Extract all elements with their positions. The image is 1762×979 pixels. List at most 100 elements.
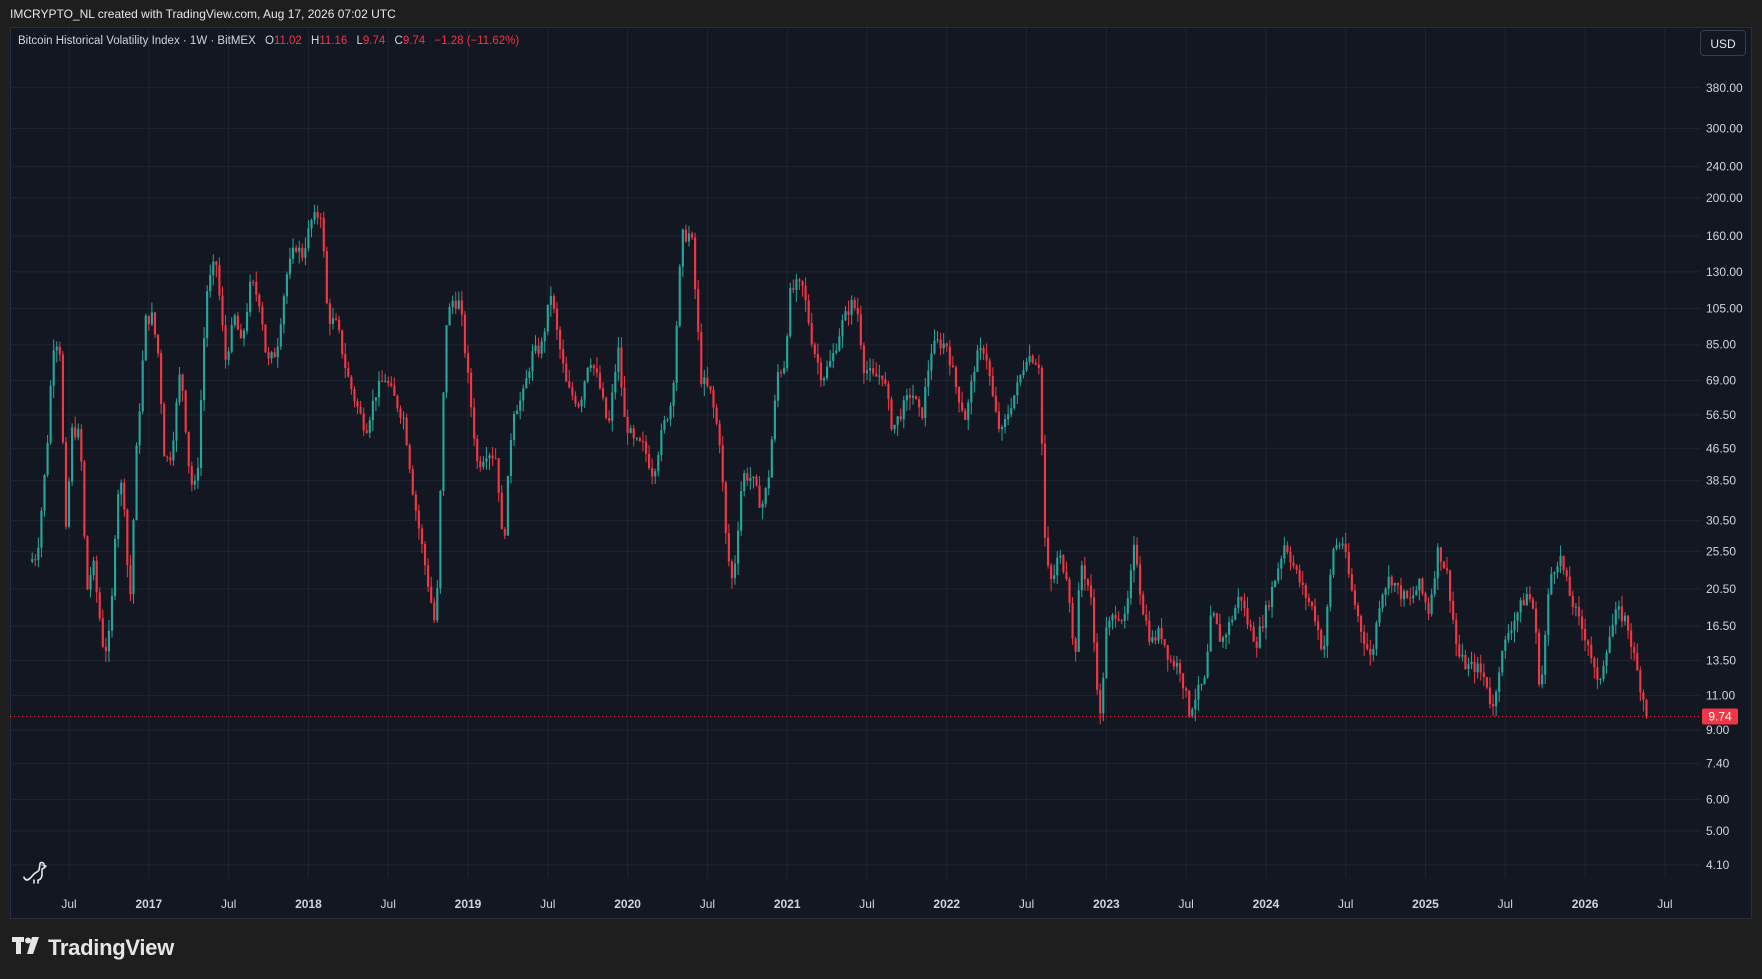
- candle-body: [163, 403, 166, 457]
- candle-body: [991, 375, 994, 396]
- candle-body: [1611, 624, 1614, 637]
- candle-body: [715, 407, 718, 424]
- candle-body: [1369, 648, 1372, 655]
- candle-body: [169, 456, 172, 461]
- candlestick-chart[interactable]: 380.00 300.00 240.00 200.00 160.00 130.00 105.…: [0, 0, 1762, 979]
- candle-body: [313, 211, 316, 221]
- candle-body: [1464, 654, 1467, 670]
- candle-body: [1240, 596, 1243, 601]
- candle-body: [46, 442, 49, 476]
- candle-body: [807, 300, 810, 324]
- candle-body: [1166, 645, 1169, 660]
- candle-body: [709, 385, 712, 390]
- candle-body: [494, 458, 497, 460]
- candle-body: [233, 315, 236, 326]
- candle-body: [40, 510, 43, 548]
- candle-body: [405, 417, 408, 446]
- candle-body: [1605, 652, 1608, 666]
- candle-body: [470, 372, 473, 408]
- candle-body: [1056, 557, 1059, 576]
- candle-body: [853, 299, 856, 308]
- candle-body: [994, 395, 997, 412]
- candle-body: [488, 455, 491, 459]
- x-tick-label: Jul: [1498, 897, 1513, 911]
- candle-body: [822, 378, 826, 381]
- candle-body: [160, 353, 163, 404]
- candle-body: [104, 646, 107, 652]
- x-tick-label: Jul: [381, 897, 396, 911]
- candle-body: [362, 413, 365, 431]
- candle-body: [1636, 653, 1639, 671]
- candle-body: [1326, 606, 1329, 646]
- candle-body: [933, 340, 936, 354]
- candle-body: [1599, 679, 1602, 681]
- candle-body: [338, 319, 341, 331]
- candle-body: [1630, 630, 1633, 647]
- candle-body: [1482, 672, 1485, 677]
- candle-body: [43, 475, 46, 511]
- candle-body: [697, 289, 700, 333]
- candle-body: [1491, 703, 1495, 707]
- candle-body: [172, 440, 175, 461]
- candle-body: [764, 488, 767, 504]
- candle-body: [948, 346, 951, 366]
- open-label: O: [264, 35, 274, 47]
- candle-body: [1375, 622, 1378, 649]
- candle-body: [1142, 594, 1145, 615]
- candle-body: [789, 288, 792, 337]
- candle-body: [310, 220, 313, 229]
- candle-body: [1531, 599, 1535, 609]
- candle-body: [1602, 665, 1605, 680]
- tradingview-brand: TradingView: [48, 935, 174, 960]
- y-tick-label: 380.00: [1706, 81, 1743, 95]
- candle-body: [1203, 677, 1206, 684]
- series-legend[interactable]: Bitcoin Historical Volatility Index · 1W…: [18, 35, 519, 51]
- candle-body: [264, 324, 267, 353]
- candle-body: [635, 438, 638, 440]
- candle-body: [1467, 664, 1470, 670]
- price-axis[interactable]: 380.00 300.00 240.00 200.00 160.00 130.00 105.…: [1706, 81, 1743, 872]
- candle-body: [1580, 616, 1584, 629]
- candle-body: [921, 407, 924, 418]
- x-tick-label: 2019: [455, 897, 482, 911]
- time-axis[interactable]: Jul 2017 Jul 2018 Jul 2019 Jul 2020 Jul 2021 Jul 20…: [61, 897, 1672, 911]
- candle-body: [212, 261, 215, 276]
- close-value: 9.74: [402, 35, 426, 47]
- candle-body: [460, 300, 463, 315]
- candle-body: [1157, 628, 1160, 641]
- candle-body: [203, 338, 206, 401]
- candle-body: [1169, 659, 1172, 661]
- candle-body: [644, 441, 648, 454]
- candle-body: [1338, 545, 1341, 547]
- candle-body: [1366, 644, 1369, 649]
- candle-body: [988, 360, 991, 376]
- candle-body: [187, 431, 190, 467]
- candle-body: [1473, 661, 1476, 673]
- candle-body: [1231, 619, 1234, 622]
- candle-body: [37, 547, 40, 560]
- tradingview-footer-logo[interactable]: TradingView: [12, 935, 174, 960]
- candle-body: [718, 423, 721, 446]
- currency-button[interactable]: USD: [1700, 30, 1746, 56]
- dino-icon[interactable]: [22, 858, 50, 886]
- candle-body: [1135, 544, 1139, 565]
- candle-body: [1068, 579, 1071, 603]
- candle-body: [1212, 613, 1215, 616]
- candle-body: [684, 229, 687, 242]
- candle-body: [908, 395, 912, 398]
- candle-body: [706, 377, 709, 386]
- candle-body: [568, 381, 571, 388]
- candle-body: [245, 311, 249, 331]
- candle-body: [120, 482, 123, 495]
- candle-body: [1160, 628, 1163, 640]
- candle-body: [1393, 583, 1396, 586]
- candle-body: [865, 370, 869, 374]
- x-tick-label: Jul: [1178, 897, 1193, 911]
- y-tick-label: 6.00: [1706, 793, 1730, 807]
- candle-body: [399, 408, 402, 418]
- y-tick-label: 4.10: [1706, 858, 1730, 872]
- candle-body: [648, 453, 651, 469]
- candle-body: [31, 559, 34, 562]
- candle-body: [408, 445, 411, 470]
- candle-body: [1050, 565, 1053, 580]
